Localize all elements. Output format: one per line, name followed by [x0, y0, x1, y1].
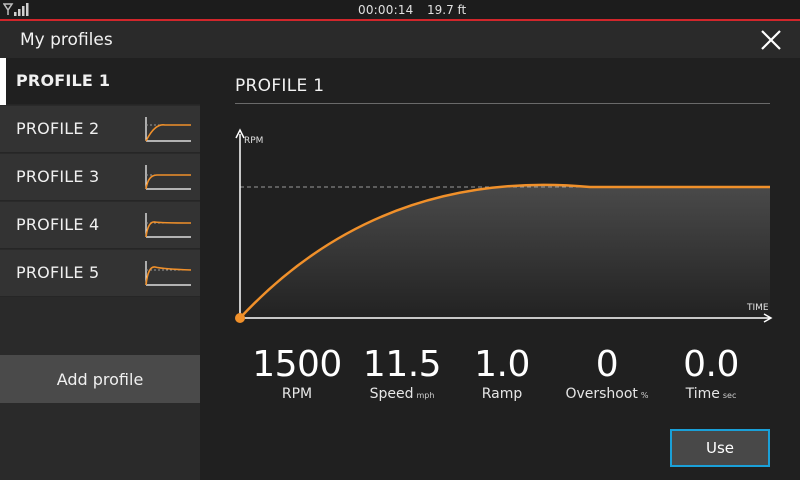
- stat-label: Ramp: [481, 386, 523, 402]
- profile-detail-panel: PROFILE 1 RPM TIME 1500 RPM 11.5 Speed mp…: [200, 58, 800, 480]
- stat-value: 1500: [252, 344, 342, 385]
- sidebar-item-label: PROFILE 2: [16, 119, 100, 138]
- status-bar: 00:00:14 19.7 ft: [0, 0, 800, 21]
- stat-unit: sec: [722, 391, 737, 400]
- profile-title: PROFILE 1: [235, 76, 325, 96]
- sidebar-item-label: PROFILE 5: [16, 263, 100, 282]
- y-axis-label: RPM: [244, 136, 263, 146]
- sidebar-item-profile-2[interactable]: PROFILE 2: [0, 106, 200, 153]
- stat-ramp: 1.0 Ramp: [457, 343, 547, 401]
- stat-value: 11.5: [362, 344, 442, 385]
- x-axis-label: TIME: [746, 303, 769, 313]
- sidebar-item-profile-4[interactable]: PROFILE 4: [0, 202, 200, 249]
- stat-rpm: 1500 RPM: [252, 343, 342, 401]
- close-icon[interactable]: [757, 26, 785, 54]
- signal-strength-icon: [3, 3, 29, 16]
- stat-unit: %: [640, 391, 649, 400]
- page-title: My profiles: [20, 30, 113, 50]
- sidebar-item-profile-5[interactable]: PROFILE 5: [0, 250, 200, 297]
- stat-label: Time sec: [685, 386, 737, 402]
- status-depth: 19.7 ft: [427, 3, 467, 17]
- stat-value: 0: [595, 344, 619, 385]
- profile-curve-thumbnail-icon: [145, 213, 192, 238]
- rpm-ramp-chart: RPM TIME: [235, 128, 773, 323]
- use-profile-button[interactable]: Use: [670, 429, 770, 467]
- status-time: 00:00:14: [358, 3, 414, 17]
- profile-curve-thumbnail-icon: [145, 165, 191, 190]
- active-indicator: [0, 58, 6, 105]
- stat-time: 0.0 Time sec: [666, 343, 756, 403]
- profile-curve-thumbnail-icon: [145, 261, 192, 286]
- title-divider: [235, 103, 770, 104]
- stat-label: Speed mph: [369, 386, 435, 402]
- profile-sidebar: PROFILE 1 PROFILE 2 PROFILE 3 PROFILE 4 …: [0, 58, 200, 480]
- stat-label: RPM: [281, 386, 313, 402]
- curve-start-point: [235, 313, 245, 323]
- profile-curve-thumbnail-icon: [145, 117, 191, 142]
- stat-unit: mph: [416, 391, 435, 400]
- stat-speed: 11.5 Speed mph: [357, 343, 447, 403]
- sidebar-item-label: PROFILE 1: [16, 71, 111, 90]
- stat-overshoot: 0 Overshoot%: [562, 343, 652, 403]
- sidebar-item-label: PROFILE 3: [16, 167, 100, 186]
- stat-label: Overshoot%: [565, 386, 649, 402]
- add-profile-button[interactable]: Add profile: [0, 355, 200, 403]
- sidebar-item-profile-1[interactable]: PROFILE 1: [0, 58, 200, 105]
- stat-value: 0.0: [683, 344, 739, 385]
- stat-value: 1.0: [474, 344, 530, 385]
- sidebar-item-label: PROFILE 4: [16, 215, 100, 234]
- sidebar-item-profile-3[interactable]: PROFILE 3: [0, 154, 200, 201]
